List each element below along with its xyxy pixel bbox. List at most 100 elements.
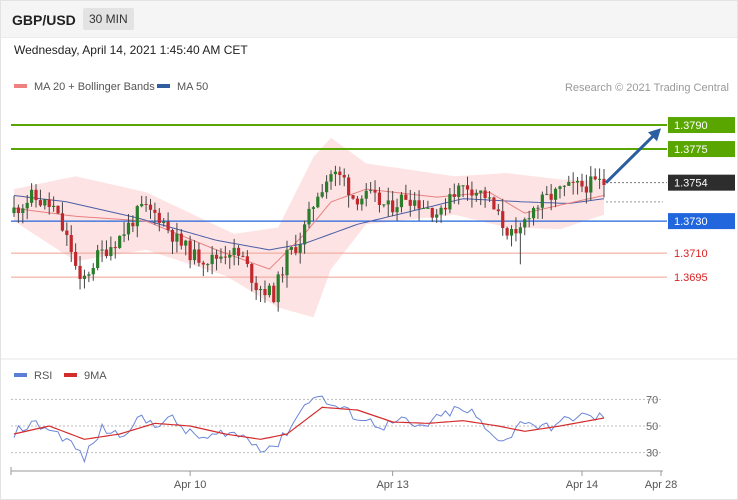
candle-body (338, 171, 342, 175)
candle-body (443, 207, 448, 210)
candle-body (452, 194, 456, 197)
candle-body (549, 193, 553, 200)
level-tag-label: 1.3775 (674, 144, 708, 156)
candle-body (316, 196, 320, 208)
candle-body (162, 221, 166, 223)
candle (492, 196, 496, 210)
candle-body (236, 247, 241, 256)
candle-body (118, 235, 122, 248)
candle (82, 269, 87, 289)
candle-body (501, 211, 505, 229)
candle-body (505, 228, 509, 236)
candle-body (214, 254, 219, 259)
candle-body (197, 249, 201, 263)
candle-body (206, 264, 210, 266)
candle-body (60, 213, 65, 231)
candle-body (210, 254, 214, 265)
candle (509, 225, 514, 247)
candle-body (457, 185, 461, 197)
candle-body (74, 251, 78, 266)
candle-body (562, 185, 566, 187)
candle-body (148, 204, 153, 210)
candle-body (135, 206, 139, 227)
candle-body (100, 249, 104, 251)
candle-body (496, 209, 500, 212)
candle-body (280, 274, 285, 276)
candle-body (426, 207, 430, 209)
candle (439, 205, 443, 223)
candle-body (47, 199, 51, 207)
candle-body (602, 178, 606, 185)
candle-body (404, 194, 408, 200)
candle-body (113, 247, 117, 249)
forecast-arrow-line (604, 133, 657, 184)
candle-body (439, 207, 443, 215)
candle-body (192, 249, 197, 261)
candle-body (294, 247, 298, 253)
price-panel: MA 20 + Bollinger Bands MA 50 Research © 2… (11, 81, 735, 318)
candle-body (492, 197, 496, 210)
x-tick-label: Apr 28 (645, 479, 677, 491)
rsi-tick-label: 30 (646, 448, 658, 460)
candle-body (153, 209, 157, 213)
candle-body (360, 198, 364, 205)
candle-body (175, 233, 179, 242)
candle (505, 226, 509, 240)
candle-body (567, 181, 571, 186)
candle-body (487, 197, 492, 199)
candle (78, 256, 82, 290)
candle-body (16, 207, 21, 214)
support-level-label: 1.3695 (674, 272, 708, 284)
legend-label: 9MA (84, 370, 107, 382)
candle-body (351, 195, 355, 199)
legend-swatch (14, 84, 27, 88)
candle-body (575, 180, 580, 183)
candle-body (78, 265, 82, 279)
candle-body (527, 218, 531, 220)
candle-body (333, 171, 338, 175)
candle-body (518, 227, 522, 234)
candle-body (65, 230, 69, 236)
legend-swatch (64, 373, 77, 377)
candle-body (157, 212, 161, 223)
candle-body (474, 192, 478, 196)
candle-body (126, 222, 131, 235)
candle-body (558, 186, 562, 189)
candle-body (584, 186, 588, 193)
credit-label: Research © 2021 Trading Central (565, 82, 729, 94)
candle-body (509, 228, 514, 236)
x-tick-label: Apr 10 (174, 479, 206, 491)
candle-body (470, 189, 474, 196)
candle-body (91, 268, 95, 275)
level-tag-label: 1.3754 (674, 178, 708, 190)
candle-body (223, 256, 227, 258)
candle-body (320, 192, 324, 197)
candle-body (399, 194, 404, 208)
candle-body (355, 198, 360, 205)
candle-body (298, 244, 302, 253)
candle (523, 217, 527, 236)
candle-body (258, 289, 263, 291)
candle-body (34, 189, 38, 201)
candle-body (38, 200, 43, 206)
level-tag-label: 1.3730 (674, 216, 708, 228)
candle-body (435, 214, 439, 218)
candle-body (347, 177, 351, 196)
candle-body (382, 204, 386, 206)
legend-swatch (157, 84, 170, 88)
candle-body (267, 285, 271, 296)
candle-body (232, 247, 236, 256)
candle-body (597, 178, 602, 180)
rsi-tick-label: 70 (646, 394, 658, 406)
candle-body (593, 176, 597, 180)
x-tick-label: Apr 14 (566, 479, 598, 491)
candle-body (228, 255, 232, 258)
candle-body (377, 192, 382, 205)
support-level-label: 1.3710 (674, 248, 708, 260)
candle-body (364, 190, 368, 199)
candle-body (272, 285, 276, 303)
candle (118, 235, 122, 249)
level-tag-label: 1.3790 (674, 120, 708, 132)
candle-body (483, 190, 487, 199)
candle-body (545, 193, 549, 195)
